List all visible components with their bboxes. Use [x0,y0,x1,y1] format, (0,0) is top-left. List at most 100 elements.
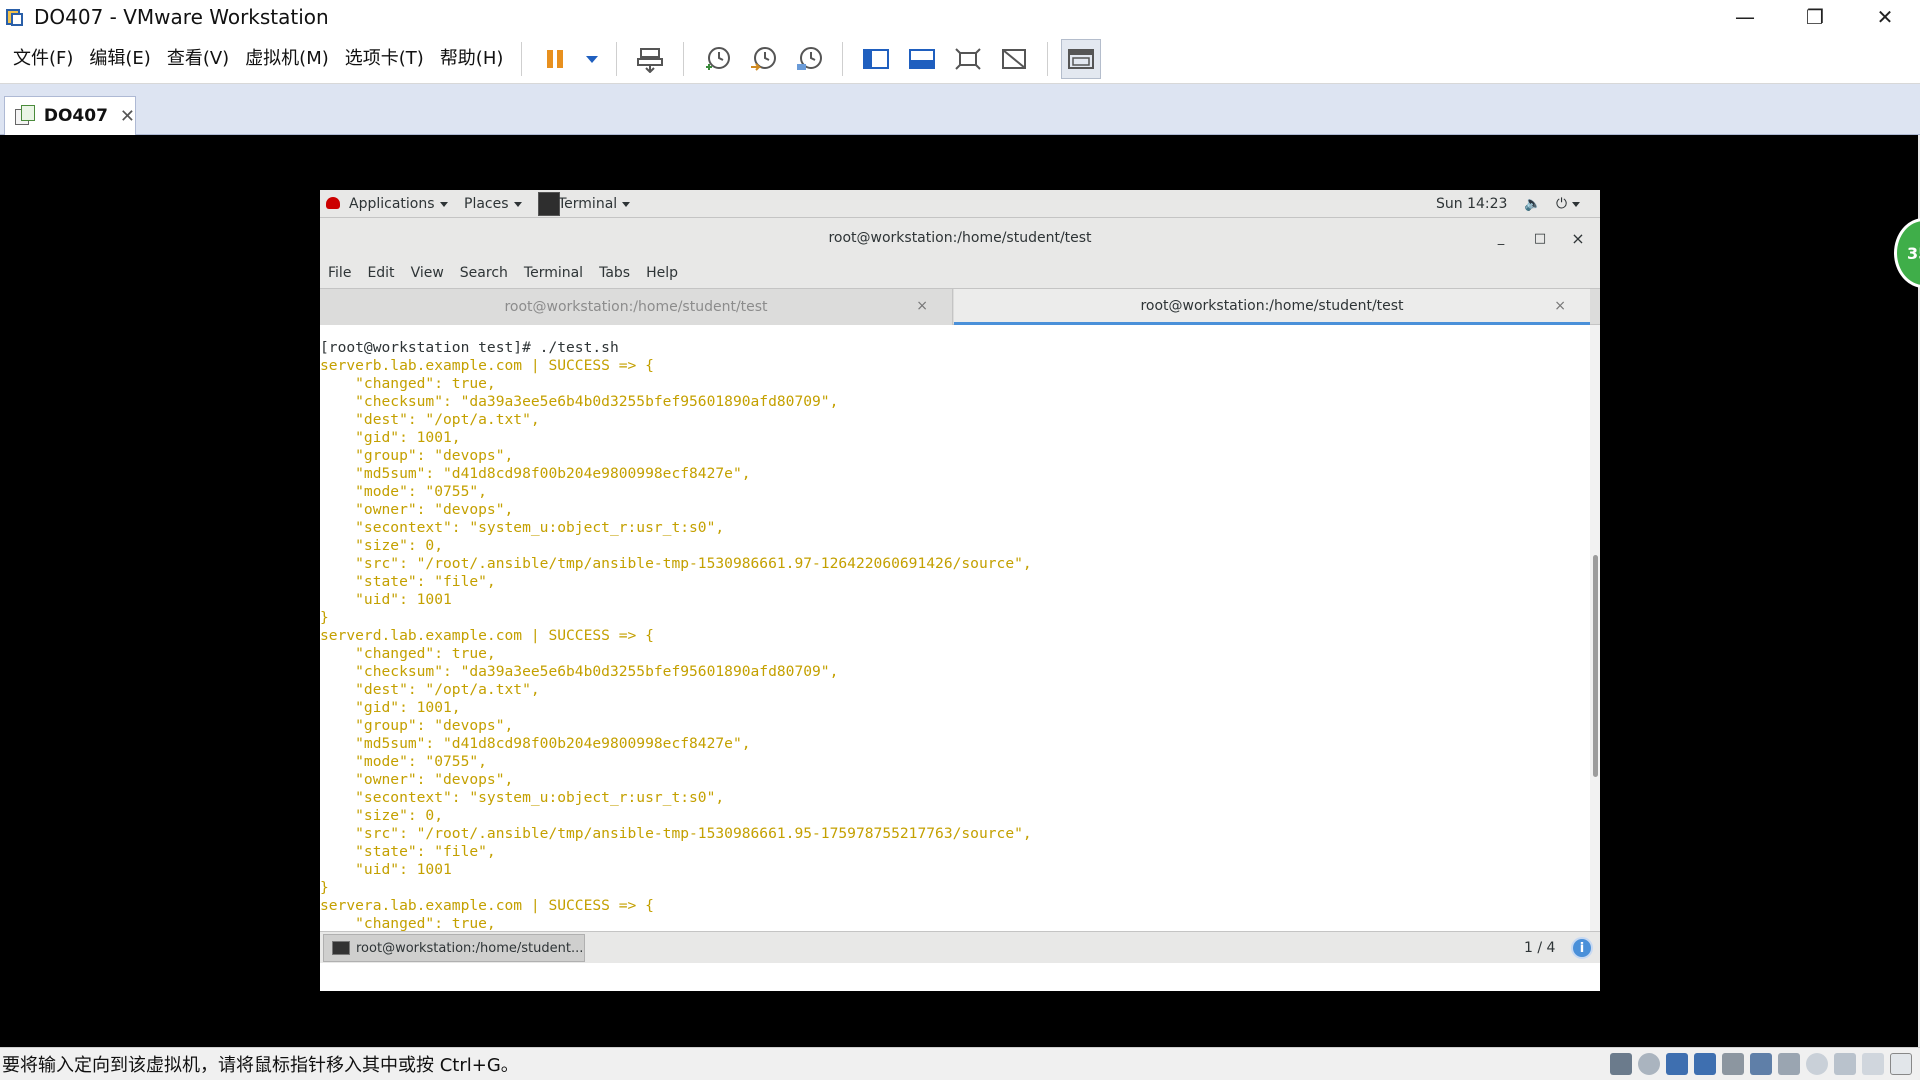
snapshot-revert-icon[interactable] [743,39,783,79]
vm-tab-label: DO407 [43,106,108,126]
hard-disk-icon[interactable] [1610,1053,1632,1075]
power-menu[interactable]: ⏻ [1556,190,1581,218]
terminal-output-line: "group": "devops", [320,717,514,734]
workspace-indicator[interactable]: 1 / 4 [1524,932,1555,964]
terminal-output-line: "dest": "/opt/a.txt", [320,411,540,428]
terminal-menu-terminal[interactable]: Terminal [516,265,591,281]
terminal-output[interactable]: [root@workstation test]# ./test.sh server… [320,325,1590,931]
vm-icon [15,105,36,127]
chevron-down-icon [1572,201,1581,207]
close-button[interactable]: ✕ [1850,0,1920,34]
snapshot-manager-icon[interactable] [789,39,829,79]
terminal-output-line: "size": 0, [320,537,444,554]
terminal-tab-active[interactable]: root@workstation:/home/student/test × [954,289,1590,325]
network-adapter-icon[interactable] [1666,1053,1688,1075]
sound-card-icon[interactable] [1750,1053,1772,1075]
terminal-menu-help[interactable]: Help [638,265,686,281]
printer-icon[interactable] [1722,1053,1744,1075]
terminal-app-label: Terminal [558,196,618,212]
minimize-button[interactable]: — [1710,0,1780,34]
redhat-logo-icon [326,197,340,209]
info-icon[interactable]: i [1571,937,1593,959]
menu-help[interactable]: 帮助(H) [432,41,512,77]
terminal-command-line: [root@workstation test]# ./test.sh [320,339,619,356]
menu-file[interactable]: 文件(F) [5,41,81,77]
toolbar-separator [842,41,844,76]
pause-icon[interactable] [535,39,575,79]
console-view-icon[interactable] [902,39,942,79]
terminal-output-line: "changed": true, [320,645,496,662]
terminal-title: root@workstation:/home/student/test [828,230,1092,246]
dropdown-icon[interactable] [581,39,603,79]
places-menu[interactable]: Places [464,190,522,218]
menu-edit[interactable]: 编辑(E) [81,41,158,77]
terminal-output-line: serverd.lab.example.com | SUCCESS => { [320,627,654,644]
fullscreen-icon[interactable] [948,39,988,79]
cd-rom-icon[interactable] [1638,1053,1660,1075]
terminal-close-button[interactable]: × [1563,218,1593,258]
vmware-app-icon [4,6,26,28]
terminal-menu-search[interactable]: Search [452,265,516,281]
gnome-top-bar: Applications Places Terminal Sun 14:23 🔈… [320,190,1600,218]
terminal-menu-view[interactable]: View [403,265,452,281]
menu-tabs[interactable]: 选项卡(T) [337,41,432,77]
terminal-output-line: "uid": 1001 [320,591,452,608]
terminal-scrollbar[interactable] [1590,325,1600,931]
taskbar-window-button[interactable]: root@workstation:/home/student... [323,934,585,962]
vm-tab[interactable]: DO407 ✕ [4,96,136,135]
terminal-menu-tabs[interactable]: Tabs [591,265,638,281]
terminal-output-line: serverb.lab.example.com | SUCCESS => { [320,357,654,374]
menu-view[interactable]: 查看(V) [159,41,237,77]
terminal-output-line: "changed": true, [320,375,496,392]
terminal-app-menu[interactable]: Terminal [558,190,631,218]
clock[interactable]: Sun 14:23 [1436,190,1507,218]
taskbar-window-label: root@workstation:/home/student... [356,940,584,956]
menubar: 文件(F) 编辑(E) 查看(V) 虚拟机(M) 选项卡(T) 帮助(H) [0,34,1920,84]
status-message: 要将输入定向到该虚拟机，请将鼠标指针移入其中或按 Ctrl+G。 [2,1055,519,1076]
terminal-output-line: "owner": "devops", [320,771,514,788]
display-icon[interactable] [1778,1053,1800,1075]
host-statusbar: 要将输入定向到该虚拟机，请将鼠标指针移入其中或按 Ctrl+G。 [0,1047,1920,1080]
menu-vm[interactable]: 虚拟机(M) [237,41,337,77]
unity-icon[interactable] [994,39,1034,79]
power-icon: ⏻ [1556,196,1568,212]
terminal-tab[interactable]: root@workstation:/home/student/test × [320,289,953,325]
network-adapter-2-icon[interactable] [1694,1053,1716,1075]
terminal-minimize-button[interactable]: _ [1486,218,1516,258]
terminal-output-line: "md5sum": "d41d8cd98f00b204e9800998ecf84… [320,735,751,752]
terminal-output-line: "group": "devops", [320,447,514,464]
terminal-app-icon [538,192,560,216]
fullscreen-toggle-icon[interactable] [1890,1053,1912,1075]
volume-icon[interactable]: 🔈 [1524,190,1541,218]
terminal-output-line: "owner": "devops", [320,501,514,518]
snapshot-take-icon[interactable] [697,39,737,79]
terminal-output-line: "state": "file", [320,843,496,860]
terminal-menu-file[interactable]: File [320,265,359,281]
terminal-menu-edit[interactable]: Edit [359,265,402,281]
terminal-output-line: "checksum": "da39a3ee5e6b4b0d3255bfef956… [320,663,839,680]
bluetooth-icon[interactable] [1834,1053,1856,1075]
scrollbar-thumb[interactable] [1593,555,1598,777]
window-title: DO407 - VMware Workstation [34,5,329,29]
library-view-icon[interactable] [856,39,896,79]
terminal-output-line: "secontext": "system_u:object_r:usr_t:s0… [320,789,725,806]
toolbar-separator [683,41,685,76]
terminal-output-line: "gid": 1001, [320,699,461,716]
tab-close-icon[interactable]: × [1554,298,1566,314]
restore-button[interactable]: ❐ [1780,0,1850,34]
terminal-window: root@workstation:/home/student/test _ □ … [320,218,1600,991]
terminal-maximize-button[interactable]: □ [1525,218,1555,258]
vm-tab-close-icon[interactable]: ✕ [120,106,135,127]
message-log-icon[interactable] [1862,1053,1884,1075]
tab-close-icon[interactable]: × [916,298,928,314]
applications-menu[interactable]: Applications [349,190,448,218]
chevron-down-icon [513,201,522,207]
thumbnail-view-icon[interactable] [1061,38,1102,79]
terminal-menubar: File Edit View Search Terminal Tabs Help [320,258,1600,288]
terminal-output-line: servera.lab.example.com | SUCCESS => { [320,897,654,914]
window-titlebar: DO407 - VMware Workstation — ❐ ✕ [0,0,1920,34]
send-ctrl-alt-del-icon[interactable] [630,39,670,79]
guest-desktop[interactable]: Applications Places Terminal Sun 14:23 🔈… [320,190,1600,991]
usb-icon[interactable] [1806,1053,1828,1075]
chevron-down-icon [439,201,448,207]
